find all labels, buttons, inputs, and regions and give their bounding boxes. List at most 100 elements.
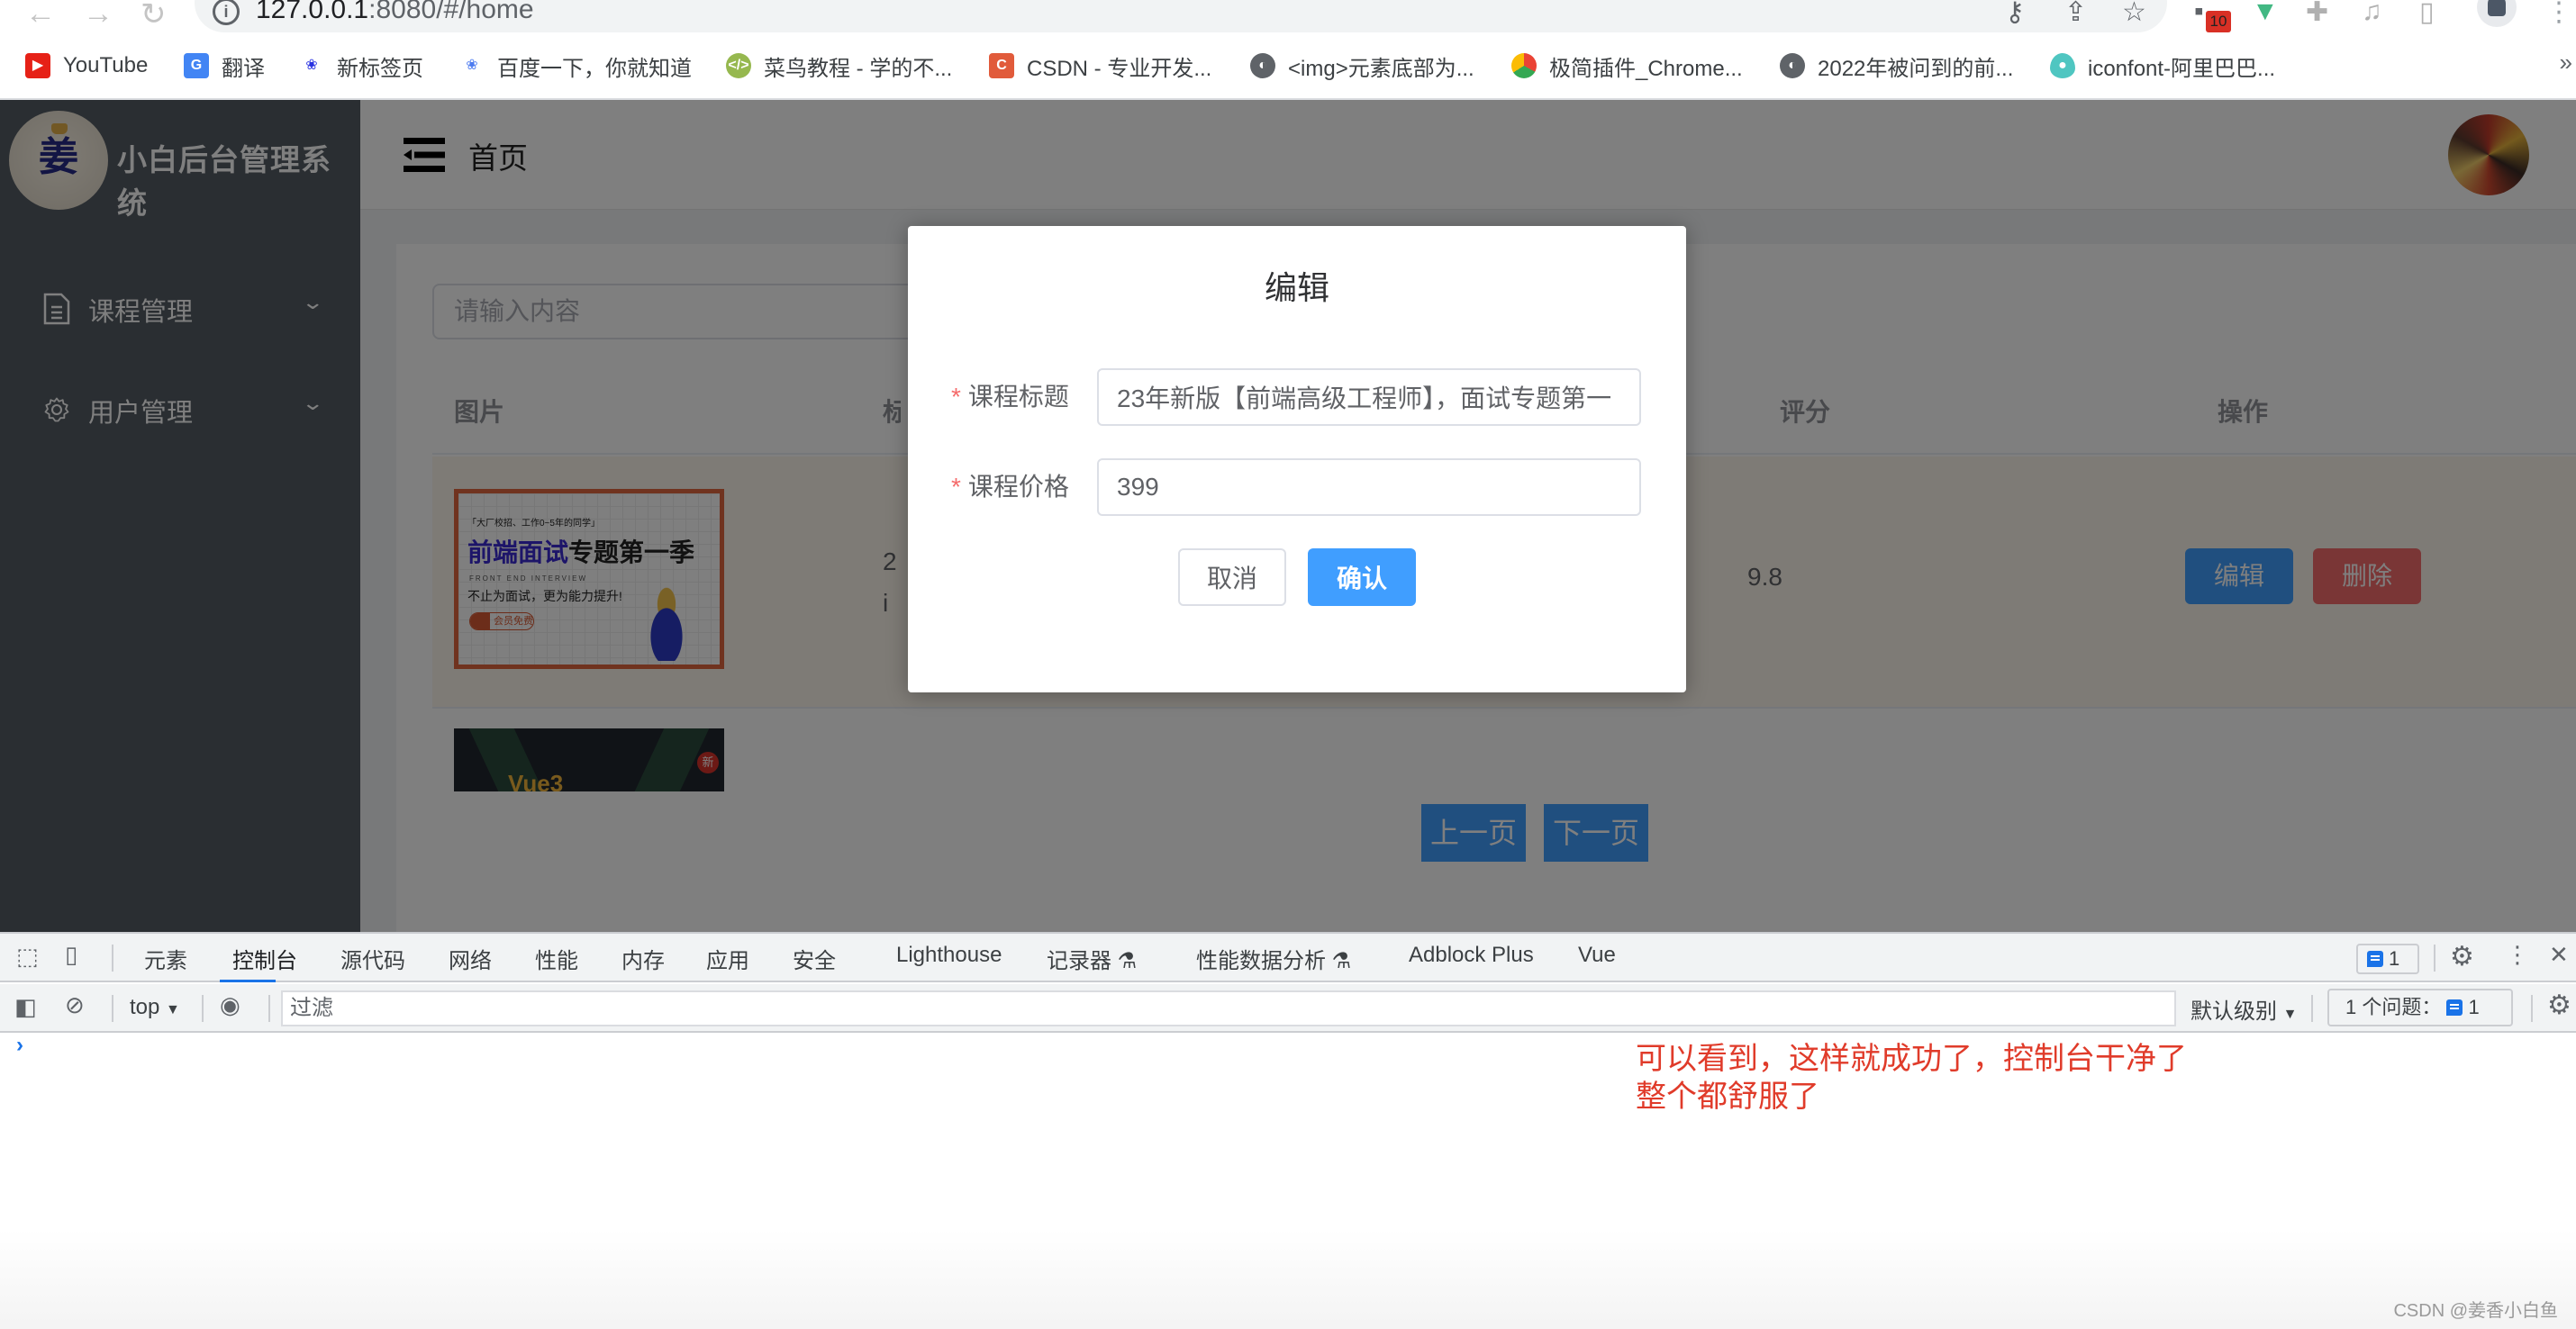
more-bookmarks-icon[interactable]: »	[2560, 49, 2572, 77]
close-icon[interactable]: ✕	[2549, 941, 2569, 969]
field-label-text: 课程标题	[967, 383, 1069, 411]
issues-button[interactable]: 1	[2356, 944, 2419, 974]
console-settings-icon[interactable]: ⚙	[2547, 990, 2571, 1021]
cancel-button[interactable]: 取消	[1178, 548, 1286, 606]
bookmarks-bar: ▶ YouTube G 翻译 ❀ 新标签页 ❀ 百度一下，你就知道 </> 菜鸟…	[0, 47, 2576, 85]
devtools-panel: ⬚ ▯ 元素 控制台 源代码 网络 性能 内存 应用 安全 Lighthouse…	[0, 932, 2576, 1329]
reload-icon[interactable]: ↻	[141, 0, 167, 32]
bookmark-minimal-plugin[interactable]: 极简插件_Chrome...	[1511, 47, 1743, 85]
tab-recorder[interactable]: 记录器 ⚗	[1047, 943, 1137, 974]
console-toolbar: ◧ ⊘ top ▼ ◉ 默认级别 ▼ 1 个问题： 1 ⚙	[0, 984, 2576, 1033]
tab-vue[interactable]: Vue	[1578, 943, 1616, 968]
eye-icon[interactable]: ◉	[220, 991, 240, 1019]
message-icon	[2367, 951, 2383, 967]
bookmark-csdn[interactable]: C CSDN - 专业开发...	[989, 47, 1211, 85]
dropdown-arrow-icon: ▼	[2282, 1007, 2298, 1022]
required-mark: *	[951, 383, 961, 411]
bookmark-label: CSDN - 专业开发...	[1027, 56, 1212, 81]
annotation-line: 可以看到，这样就成功了，控制台干净了	[1636, 1042, 2187, 1076]
tab-network[interactable]: 网络	[449, 943, 492, 974]
baidu-icon: ❀	[305, 58, 318, 73]
bookmark-baidu[interactable]: ❀ 百度一下，你就知道	[459, 47, 692, 85]
active-tab-indicator	[220, 980, 276, 982]
browser-chrome: ← → ↻ i 127.0.0.1:8080/#/home ⚷ ⇪ ☆ ▪ 10…	[0, 0, 2576, 100]
tab-lighthouse[interactable]: Lighthouse	[896, 943, 1002, 968]
tab-adblock-plus[interactable]: Adblock Plus	[1409, 943, 1534, 968]
more-options-icon[interactable]: ⋮	[2506, 941, 2529, 969]
annotation-text: 可以看到，这样就成功了，控制台干净了 整个都舒服了	[1636, 1040, 2187, 1116]
tab-sources[interactable]: 源代码	[340, 943, 405, 974]
required-mark: *	[951, 473, 961, 501]
tab-label: 记录器	[1047, 949, 1111, 973]
experiment-flask-icon: ⚗	[1331, 949, 1352, 973]
globe-icon: ◐	[1780, 53, 1805, 78]
bookmark-label: <img>元素底部为...	[1288, 56, 1474, 81]
more-menu-icon[interactable]: ⋮	[2545, 0, 2572, 28]
tab-elements[interactable]: 元素	[144, 943, 187, 974]
course-price-label: * 课程价格	[951, 467, 1069, 503]
vue-devtools-icon[interactable]: ▼	[2252, 0, 2279, 27]
log-level-dropdown[interactable]: 默认级别 ▼	[2191, 993, 2298, 1025]
browser-toolbar: ← → ↻ i 127.0.0.1:8080/#/home ⚷ ⇪ ☆ ▪ 10…	[0, 0, 2576, 32]
bookmark-interview-2022[interactable]: ◐ 2022年被问到的前...	[1780, 47, 2013, 85]
bookmark-translate[interactable]: G 翻译	[184, 47, 265, 85]
confirm-button[interactable]: 确认	[1308, 548, 1416, 606]
issues-label: 1 个问题：	[2345, 996, 2442, 1018]
bookmark-iconfont[interactable]: ● iconfont-阿里巴巴...	[2050, 47, 2275, 85]
separator	[2434, 945, 2435, 972]
key-icon[interactable]: ⚷	[2005, 0, 2025, 28]
media-icon[interactable]: ♫	[2362, 0, 2382, 27]
edit-dialog: 编辑 *课程标题 *课程价格 取消 确认	[908, 226, 1686, 692]
side-panel-icon[interactable]: ▯	[2419, 0, 2435, 28]
inspect-element-icon[interactable]: ⬚	[16, 943, 39, 971]
app-page: 姜 小白后台管理系统 课程管理 ⌄ 用户管理 ⌄	[0, 100, 2576, 932]
bookmark-label: 极简插件_Chrome...	[1549, 56, 1743, 81]
device-toolbar-icon[interactable]: ▯	[65, 941, 77, 969]
separator	[202, 995, 204, 1022]
url-path: :8080/#/home	[368, 0, 534, 24]
globe-icon: ◐	[1250, 53, 1275, 78]
issues-count: 1	[2389, 947, 2400, 970]
tab-performance-insights[interactable]: 性能数据分析 ⚗	[1196, 943, 1351, 974]
bookmark-new-tab[interactable]: ❀ 新标签页	[299, 47, 423, 85]
tab-memory[interactable]: 内存	[621, 943, 665, 974]
puzzle-icon[interactable]: ✚	[2306, 0, 2328, 28]
extension-badge: 10	[2206, 11, 2231, 32]
bookmark-label: iconfont-阿里巴巴...	[2088, 56, 2276, 81]
tab-console[interactable]: 控制台	[232, 943, 297, 974]
separator	[112, 945, 113, 972]
separator	[112, 995, 113, 1022]
context-selector[interactable]: top ▼	[130, 995, 180, 1020]
console-filter-input[interactable]	[281, 990, 2176, 1026]
profile-icon[interactable]	[2477, 0, 2517, 27]
sidebar-toggle-icon[interactable]: ◧	[14, 993, 37, 1021]
url-host: 127.0.0.1	[256, 0, 369, 24]
separator	[2311, 995, 2313, 1022]
runoob-icon: </>	[726, 53, 751, 78]
back-icon[interactable]: ←	[25, 0, 56, 32]
forward-icon[interactable]: →	[83, 0, 113, 32]
url-text[interactable]: 127.0.0.1:8080/#/home	[256, 0, 534, 25]
star-icon[interactable]: ☆	[2122, 0, 2146, 28]
tab-application[interactable]: 应用	[706, 943, 749, 974]
bookmark-runoob[interactable]: </> 菜鸟教程 - 学的不...	[726, 47, 952, 85]
console-prompt[interactable]: ›	[16, 1033, 23, 1058]
chrome-store-icon	[1511, 53, 1537, 78]
issues-counter-button[interactable]: 1 个问题： 1	[2327, 989, 2513, 1026]
course-price-input[interactable]	[1097, 458, 1641, 516]
bookmark-label: 2022年被问到的前...	[1818, 56, 2014, 81]
annotation-line: 整个都舒服了	[1636, 1080, 1819, 1114]
tab-performance[interactable]: 性能	[535, 943, 578, 974]
bookmark-img-bottom[interactable]: ◐ <img>元素底部为...	[1250, 47, 1474, 85]
context-value: top	[130, 995, 160, 1019]
message-icon	[2446, 999, 2463, 1016]
clear-console-icon[interactable]: ⊘	[65, 991, 85, 1019]
bookmark-youtube[interactable]: ▶ YouTube	[25, 47, 148, 85]
extension-apps-icon[interactable]: ▪	[2194, 0, 2204, 27]
bookmark-label: 百度一下，你就知道	[497, 56, 692, 81]
settings-gear-icon[interactable]: ⚙	[2450, 941, 2474, 972]
tab-security[interactable]: 安全	[793, 943, 836, 974]
google-translate-icon: G	[184, 53, 209, 78]
course-title-input[interactable]	[1097, 368, 1641, 426]
share-icon[interactable]: ⇪	[2064, 0, 2087, 28]
